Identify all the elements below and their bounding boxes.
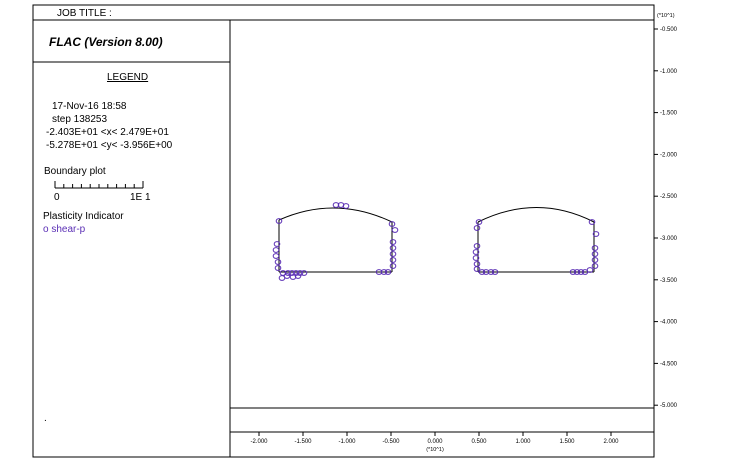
y-axis-tick-label: -5.000 <box>660 403 678 409</box>
y-axis-tick-label: -0.500 <box>660 27 678 33</box>
program-title: FLAC (Version 8.00) <box>49 35 163 49</box>
shear-p-marker <box>473 225 481 231</box>
boundary-plot-label: Boundary plot <box>44 166 106 177</box>
shear-p-marker <box>389 239 397 245</box>
shear-p-marker <box>272 247 280 253</box>
shear-p-marker <box>591 251 599 257</box>
job-title-label: JOB TITLE : <box>57 8 112 19</box>
legend-step: step 138253 <box>52 114 108 125</box>
x-axis-tick-label: 0.500 <box>471 439 487 445</box>
y-axis: -0.500 -1.000 -1.500 -2.000 -2.500 -3.000 -3.5… <box>654 13 678 409</box>
legend-y-range: -5.278E+01 <y< -3.956E+00 <box>46 140 173 151</box>
y-axis-tick-label: -3.000 <box>660 236 678 242</box>
x-axis-tick-label: 1.000 <box>515 439 531 445</box>
shear-p-marker <box>389 251 397 257</box>
legend-date: 17-Nov-16 18:58 <box>52 101 127 112</box>
x-axis-tick-label: 2.000 <box>603 439 619 445</box>
scale-max-label: 1E 1 <box>130 192 151 203</box>
x-axis-tick-label: -0.500 <box>382 439 400 445</box>
tunnel-boundary-right <box>477 207 595 273</box>
shear-p-marker <box>591 263 599 269</box>
shear-p-marker <box>389 263 397 269</box>
flac-plot-window: -2.000 -1.500 -1.000 -0.500 0.000 0.500 1.000 1… <box>0 0 750 464</box>
shear-p-marker <box>274 259 282 265</box>
x-axis: -2.000 -1.500 -1.000 -0.500 0.000 0.500 1.000 1… <box>250 432 619 453</box>
shear-p-marker <box>389 245 397 251</box>
boundary-scale-bar <box>54 181 144 189</box>
y-axis-tick-label: -4.000 <box>660 320 678 326</box>
y-axis-tick-label: -3.500 <box>660 278 678 284</box>
shear-p-marker <box>283 273 291 279</box>
legend-heading: LEGEND <box>107 72 149 83</box>
x-axis-tick-label: -1.000 <box>338 439 356 445</box>
x-axis-multiplier: (*10^1) <box>426 447 444 453</box>
tunnel-boundary-left <box>278 207 393 273</box>
left-tunnel-crown <box>278 207 393 223</box>
x-axis-tick-label: 1.500 <box>559 439 575 445</box>
y-axis-tick-label: -2.500 <box>660 194 678 200</box>
y-axis-tick-label: -4.500 <box>660 361 678 367</box>
scale-min-label: 0 <box>54 192 60 203</box>
shear-p-marker <box>300 270 308 276</box>
shear-p-marker <box>272 253 280 259</box>
plot-frame: -2.000 -1.500 -1.000 -0.500 0.000 0.500 1.000 1… <box>32 4 678 458</box>
shear-p-marker <box>591 257 599 263</box>
y-axis-tick-label: -2.000 <box>660 152 678 158</box>
legend-x-range: -2.403E+01 <x< 2.479E+01 <box>46 127 169 138</box>
y-axis-multiplier: (*10^1) <box>657 13 675 19</box>
x-axis-tick-label: 0.000 <box>427 439 443 445</box>
plasticity-shear-entry: o shear-p <box>43 224 86 235</box>
y-axis-tick-label: -1.000 <box>660 69 678 75</box>
legend-bottom-mark: . <box>44 413 47 424</box>
plasticity-indicator-label: Plasticity Indicator <box>43 211 124 222</box>
shear-p-marker <box>391 227 399 233</box>
x-axis-tick-label: -1.500 <box>294 439 312 445</box>
right-tunnel-crown <box>477 207 595 223</box>
shear-p-marker <box>473 261 481 267</box>
shear-p-marker <box>473 243 481 249</box>
x-axis-tick-label: -2.000 <box>250 439 268 445</box>
y-axis-tick-label: -1.500 <box>660 111 678 117</box>
shear-p-marker <box>274 265 282 271</box>
shear-p-marker <box>591 245 599 251</box>
plasticity-markers <box>272 202 600 281</box>
shear-p-marker <box>389 257 397 263</box>
